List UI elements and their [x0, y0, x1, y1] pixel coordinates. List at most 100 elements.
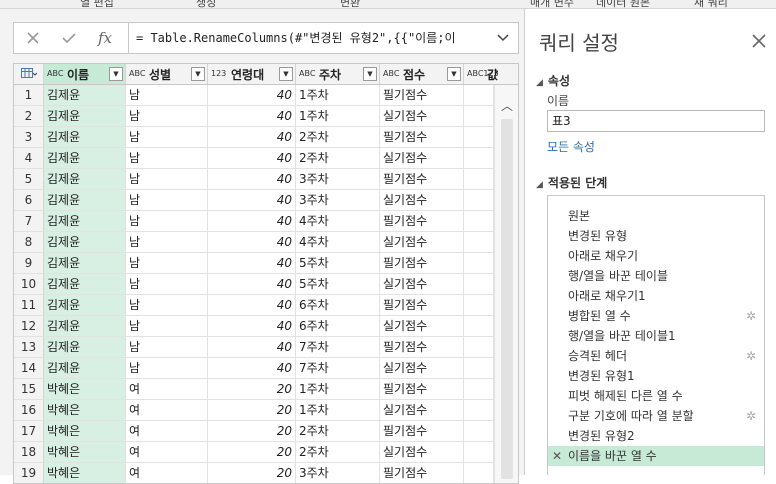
- table-cell[interactable]: 2주차: [296, 127, 380, 148]
- row-number[interactable]: 4: [14, 148, 44, 169]
- table-cell[interactable]: 필기점수: [380, 211, 464, 232]
- applied-steps-section-header[interactable]: ◢ 적용된 단계: [536, 174, 607, 191]
- header-col-score[interactable]: ABC 점수 ▼: [380, 64, 464, 84]
- table-cell[interactable]: 실기점수: [380, 190, 464, 211]
- row-number[interactable]: 2: [14, 106, 44, 127]
- table-cell[interactable]: 7주차: [296, 337, 380, 358]
- type-icon[interactable]: ABC123: [467, 70, 499, 78]
- ribbon-item[interactable]: 매개 변수: [530, 0, 574, 8]
- table-cell[interactable]: 1주차: [296, 85, 380, 106]
- table-cell[interactable]: 남: [126, 337, 208, 358]
- vertical-scrollbar[interactable]: ︿: [494, 85, 518, 483]
- ribbon-item[interactable]: 열 편집: [80, 0, 114, 8]
- table-cell[interactable]: 김제윤: [44, 358, 126, 379]
- table-cell[interactable]: 4주차: [296, 232, 380, 253]
- table-cell[interactable]: [464, 295, 494, 316]
- table-cell[interactable]: 실기점수: [380, 358, 464, 379]
- table-cell[interactable]: [464, 148, 494, 169]
- table-cell[interactable]: 40: [208, 85, 296, 106]
- check-icon[interactable]: [52, 23, 86, 53]
- applied-step[interactable]: 원본: [548, 206, 764, 226]
- row-number[interactable]: 1: [14, 85, 44, 106]
- row-number[interactable]: 9: [14, 253, 44, 274]
- header-col-name[interactable]: ABC 이름 ▼: [44, 64, 126, 84]
- row-number[interactable]: 18: [14, 442, 44, 463]
- table-cell[interactable]: 남: [126, 232, 208, 253]
- type-icon[interactable]: ABC: [383, 70, 403, 78]
- table-cell[interactable]: 김제윤: [44, 253, 126, 274]
- table-cell[interactable]: 필기점수: [380, 295, 464, 316]
- table-cell[interactable]: 박혜은: [44, 442, 126, 463]
- header-col-week[interactable]: ABC 주차 ▼: [296, 64, 380, 84]
- table-cell[interactable]: 남: [126, 274, 208, 295]
- type-icon[interactable]: ABC: [47, 70, 67, 78]
- table-menu-icon[interactable]: [14, 64, 44, 84]
- table-cell[interactable]: 김제윤: [44, 190, 126, 211]
- table-cell[interactable]: 1주차: [296, 400, 380, 421]
- table-cell[interactable]: 여: [126, 442, 208, 463]
- table-cell[interactable]: 3주차: [296, 169, 380, 190]
- table-cell[interactable]: 박혜은: [44, 379, 126, 400]
- table-cell[interactable]: 김제윤: [44, 274, 126, 295]
- applied-step[interactable]: 변경된 유형1: [548, 366, 764, 386]
- row-number[interactable]: 7: [14, 211, 44, 232]
- table-cell[interactable]: [464, 211, 494, 232]
- table-cell[interactable]: 실기점수: [380, 274, 464, 295]
- table-cell[interactable]: 20: [208, 463, 296, 483]
- table-cell[interactable]: 40: [208, 106, 296, 127]
- row-number[interactable]: 8: [14, 232, 44, 253]
- row-number[interactable]: 12: [14, 316, 44, 337]
- table-cell[interactable]: 실기점수: [380, 442, 464, 463]
- table-cell[interactable]: [464, 316, 494, 337]
- table-cell[interactable]: [464, 274, 494, 295]
- table-cell[interactable]: 20: [208, 379, 296, 400]
- row-number[interactable]: 6: [14, 190, 44, 211]
- table-cell[interactable]: [464, 442, 494, 463]
- table-cell[interactable]: 5주차: [296, 274, 380, 295]
- table-cell[interactable]: 박혜은: [44, 421, 126, 442]
- table-cell[interactable]: 남: [126, 169, 208, 190]
- filter-dropdown-icon[interactable]: ▼: [279, 67, 293, 81]
- table-cell[interactable]: 실기점수: [380, 148, 464, 169]
- applied-step[interactable]: 변경된 유형: [548, 226, 764, 246]
- table-cell[interactable]: 김제윤: [44, 106, 126, 127]
- applied-step[interactable]: 아래로 채우기: [548, 246, 764, 266]
- table-cell[interactable]: 필기점수: [380, 379, 464, 400]
- table-cell[interactable]: 실기점수: [380, 316, 464, 337]
- row-number[interactable]: 15: [14, 379, 44, 400]
- table-cell[interactable]: 여: [126, 379, 208, 400]
- table-cell[interactable]: [464, 379, 494, 400]
- table-cell[interactable]: 김제윤: [44, 85, 126, 106]
- table-cell[interactable]: [464, 337, 494, 358]
- table-cell[interactable]: [464, 421, 494, 442]
- table-cell[interactable]: [464, 127, 494, 148]
- table-cell[interactable]: 40: [208, 232, 296, 253]
- table-cell[interactable]: 여: [126, 400, 208, 421]
- table-cell[interactable]: 40: [208, 127, 296, 148]
- table-cell[interactable]: 40: [208, 190, 296, 211]
- filter-dropdown-icon[interactable]: ▼: [447, 67, 461, 81]
- table-cell[interactable]: 2주차: [296, 421, 380, 442]
- gear-icon[interactable]: ✲: [746, 406, 756, 426]
- table-cell[interactable]: [464, 463, 494, 483]
- ribbon-item[interactable]: 생성: [196, 0, 216, 8]
- table-cell[interactable]: 박혜은: [44, 400, 126, 421]
- table-cell[interactable]: 필기점수: [380, 253, 464, 274]
- table-cell[interactable]: 김제윤: [44, 211, 126, 232]
- table-cell[interactable]: 20: [208, 421, 296, 442]
- table-cell[interactable]: 40: [208, 148, 296, 169]
- table-cell[interactable]: 3주차: [296, 463, 380, 483]
- header-col-age[interactable]: 123 연령대 ▼: [208, 64, 296, 84]
- table-cell[interactable]: 40: [208, 169, 296, 190]
- table-cell[interactable]: 20: [208, 400, 296, 421]
- table-cell[interactable]: 김제윤: [44, 148, 126, 169]
- table-cell[interactable]: 4주차: [296, 211, 380, 232]
- type-icon[interactable]: ABC: [299, 70, 319, 78]
- table-cell[interactable]: 3주차: [296, 190, 380, 211]
- scrollbar-thumb[interactable]: [501, 119, 513, 479]
- gear-icon[interactable]: ✲: [746, 306, 756, 326]
- table-cell[interactable]: 김제윤: [44, 295, 126, 316]
- table-cell[interactable]: 남: [126, 106, 208, 127]
- query-name-input[interactable]: 표3: [547, 110, 765, 132]
- applied-step[interactable]: 행/열을 바꾼 테이블: [548, 266, 764, 286]
